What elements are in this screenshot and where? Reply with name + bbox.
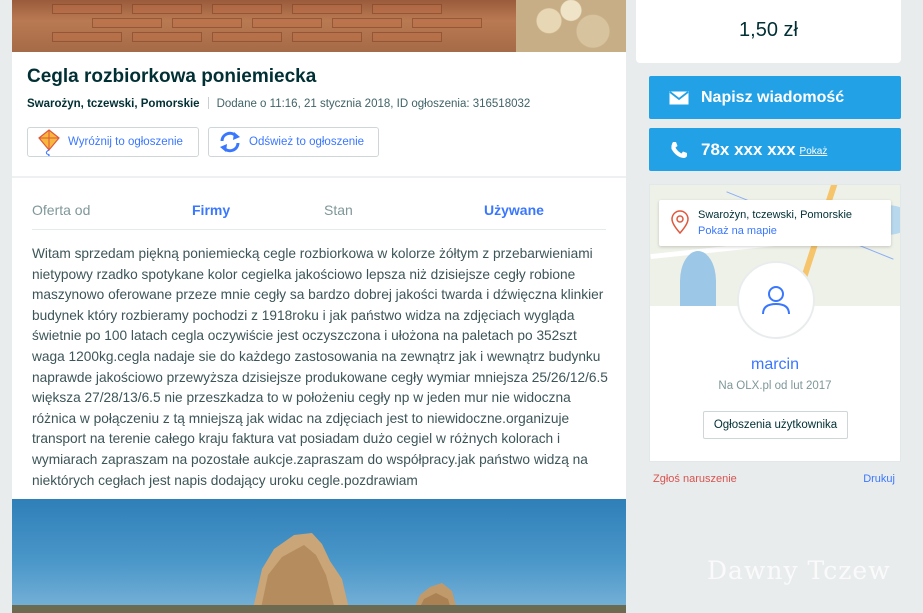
refresh-label: Odśwież to ogłoszenie xyxy=(249,136,365,148)
show-phone-link[interactable]: Pokaż xyxy=(800,146,828,157)
photo-detail xyxy=(92,18,162,28)
envelope-icon xyxy=(667,88,691,108)
send-message-button[interactable]: Napisz wiadomość xyxy=(649,76,901,119)
sidebar: 1,50 zł Napisz wiadomość 78x xxx xxx Pok… xyxy=(636,0,901,613)
listing-location: Swarożyn, tczewski, Pomorskie xyxy=(27,98,200,110)
photo-detail xyxy=(292,32,362,42)
attribute-key-offer: Oferta od xyxy=(32,202,91,218)
avatar[interactable] xyxy=(737,261,815,339)
photo-detail xyxy=(52,4,122,14)
phone-number: 78x xxx xxx xyxy=(701,139,796,159)
map-water xyxy=(680,251,716,306)
send-message-label: Napisz wiadomość xyxy=(701,88,845,106)
listing-description: Witam sprzedam piękną poniemiecką cegle … xyxy=(32,246,608,488)
page: Cegla rozbiorkowa poniemiecka Swarożyn, … xyxy=(0,0,923,613)
listing-title: Cegla rozbiorkowa poniemiecka xyxy=(27,66,317,87)
user-icon xyxy=(762,286,790,315)
attribute-value-offer[interactable]: Firmy xyxy=(192,202,230,218)
section-divider xyxy=(12,176,626,178)
report-link[interactable]: Zgłoś naruszenie xyxy=(653,473,737,485)
listing-card: Cegla rozbiorkowa poniemiecka Swarożyn, … xyxy=(12,52,626,499)
seller-ads-button[interactable]: Ogłoszenia użytkownika xyxy=(703,411,848,439)
seller-since: Na OLX.pl od lut 2017 xyxy=(718,380,832,392)
listing-column: Cegla rozbiorkowa poniemiecka Swarożyn, … xyxy=(12,0,626,613)
map-location-text: Swarożyn, tczewski, Pomorskie xyxy=(698,209,853,221)
ruin-photo-art xyxy=(12,533,626,613)
photo-detail xyxy=(212,32,282,42)
price: 1,50 zł xyxy=(636,0,901,63)
kite-icon xyxy=(34,129,64,156)
promote-label: Wyróżnij to ogłoszenie xyxy=(68,136,183,148)
photo-detail xyxy=(332,18,402,28)
listing-attributes: Oferta od Firmy Stan Używane xyxy=(32,200,606,230)
map-location-card: Swarożyn, tczewski, Pomorskie Pokaż na m… xyxy=(659,200,891,246)
print-link[interactable]: Drukuj xyxy=(863,473,895,485)
meta-divider xyxy=(207,97,209,109)
phone-icon xyxy=(667,140,691,160)
seller-card: Swarożyn, tczewski, Pomorskie Pokaż na m… xyxy=(649,184,901,462)
photo-detail xyxy=(412,18,482,28)
photo-detail xyxy=(372,4,442,14)
photo-detail xyxy=(372,32,442,42)
photo-detail xyxy=(516,0,626,52)
watermark-text: Dawny Tczew xyxy=(707,556,891,585)
attribute-value-condition[interactable]: Używane xyxy=(484,202,544,218)
photo-detail xyxy=(172,18,242,28)
photo-detail xyxy=(132,32,202,42)
phone-button[interactable]: 78x xxx xxx Pokaż xyxy=(649,128,901,171)
photo-detail xyxy=(52,32,122,42)
photo-detail xyxy=(292,4,362,14)
photo-detail xyxy=(252,18,322,28)
listing-meta: Swarożyn, tczewski, Pomorskie Dodane o 11… xyxy=(27,97,530,110)
attribute-key-condition: Stan xyxy=(324,202,353,218)
seller-name[interactable]: marcin xyxy=(650,356,900,374)
listing-photo-top[interactable] xyxy=(12,0,626,52)
promote-button[interactable]: Wyróżnij to ogłoszenie xyxy=(27,127,199,157)
listing-added-date: Dodane o 11:16, 21 stycznia 2018, ID ogł… xyxy=(216,98,531,110)
location-pin-icon xyxy=(671,210,689,235)
refresh-button[interactable]: Odśwież to ogłoszenie xyxy=(208,127,379,157)
photo-detail xyxy=(132,4,202,14)
listing-photo-bottom[interactable] xyxy=(12,499,626,613)
photo-detail xyxy=(212,4,282,14)
refresh-icon xyxy=(215,129,245,155)
show-on-map-link[interactable]: Pokaż na mapie xyxy=(698,225,777,237)
